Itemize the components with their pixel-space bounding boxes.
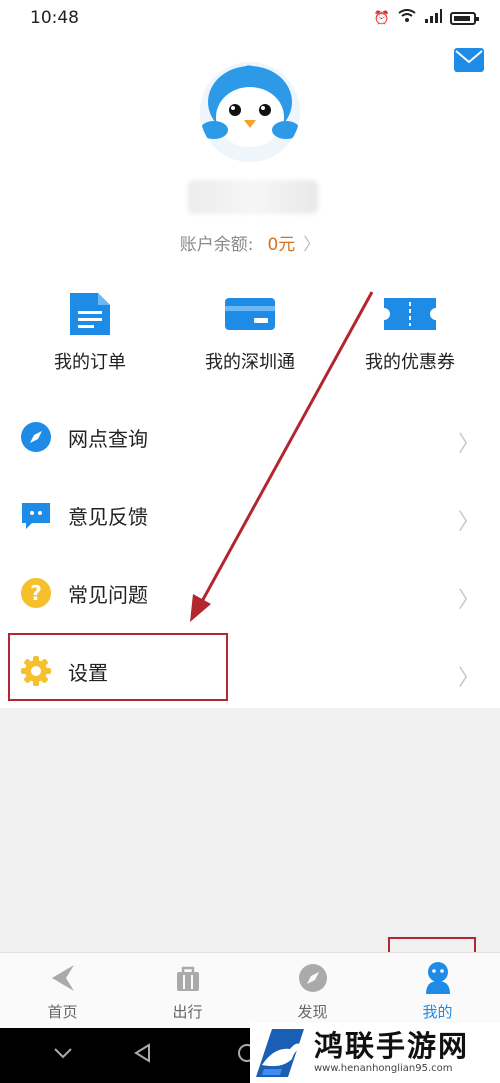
chevron-right-icon: 〉 [457, 510, 480, 535]
bag-icon [171, 961, 205, 995]
watermark: 鸿联手游网 www.henanhonglian95.com [250, 1023, 500, 1083]
tab-discover[interactable]: 发现 [250, 953, 375, 1028]
watermark-url: www.henanhonglian95.com [314, 1063, 453, 1074]
quick-label: 我的优惠券 [365, 352, 455, 373]
chevron-right-icon: 〉 [457, 666, 480, 691]
plane-icon [46, 961, 80, 995]
menu-item-feedback[interactable]: 意见反馈 〉 [0, 476, 500, 554]
question-icon: ? [20, 577, 52, 609]
card-icon [175, 290, 325, 338]
chevron-right-icon: 〉 [303, 235, 321, 255]
quick-label: 我的订单 [54, 352, 126, 373]
username-redacted [188, 180, 318, 214]
account-balance[interactable]: 账户余额: 0元〉 [0, 230, 500, 255]
document-icon [15, 290, 165, 338]
svg-text:?: ? [30, 581, 42, 605]
chevron-right-icon: 〉 [457, 588, 480, 613]
person-icon [421, 961, 455, 995]
quick-my-orders[interactable]: 我的订单 [15, 290, 165, 374]
tab-travel[interactable]: 出行 [125, 953, 250, 1028]
signal-icon [424, 9, 442, 27]
quick-label: 我的深圳通 [205, 352, 295, 373]
tab-label: 发现 [297, 1003, 328, 1021]
compass-icon [20, 421, 52, 453]
balance-label: 账户余额: [179, 235, 254, 255]
battery-icon [450, 11, 479, 25]
annotation-settings-box [8, 633, 228, 701]
chevron-right-icon: 〉 [457, 432, 480, 457]
quick-my-coupons[interactable]: 我的优惠券 [335, 290, 485, 374]
alarm-icon: ⏰ [373, 10, 390, 26]
quick-actions: 我的订单 我的深圳通 我的优惠券 [0, 290, 500, 380]
status-time: 10:48 [30, 8, 79, 28]
back-icon[interactable] [132, 1042, 154, 1069]
bottom-tab-bar: 首页 出行 发现 我的 [0, 952, 500, 1028]
empty-content-area [0, 708, 500, 952]
menu-item-faq[interactable]: ? 常见问题 〉 [0, 554, 500, 632]
tab-label: 我的 [422, 1003, 453, 1021]
ticket-icon [335, 290, 485, 338]
tab-label: 出行 [172, 1003, 203, 1021]
wifi-icon [398, 9, 416, 27]
tab-label: 首页 [47, 1003, 78, 1021]
watermark-title: 鸿联手游网 [314, 1029, 470, 1063]
quick-my-shenzhentong[interactable]: 我的深圳通 [175, 290, 325, 374]
compass-icon [296, 961, 330, 995]
tab-home[interactable]: 首页 [0, 953, 125, 1028]
balance-value: 0元 [267, 235, 296, 255]
menu-label: 意见反馈 [68, 504, 148, 529]
menu-label: 常见问题 [68, 582, 148, 607]
status-icons: ⏰ [373, 9, 479, 27]
mail-icon[interactable] [454, 48, 484, 72]
watermark-logo-icon [256, 1029, 304, 1077]
tab-mine[interactable]: 我的 [375, 953, 500, 1028]
chat-bubble-icon [20, 499, 52, 531]
status-bar: 10:48 ⏰ [0, 0, 500, 36]
avatar[interactable] [200, 62, 300, 162]
chevron-down-icon[interactable] [52, 1042, 74, 1069]
menu-label: 网点查询 [68, 426, 148, 451]
menu-item-outlet-search[interactable]: 网点查询 〉 [0, 398, 500, 476]
